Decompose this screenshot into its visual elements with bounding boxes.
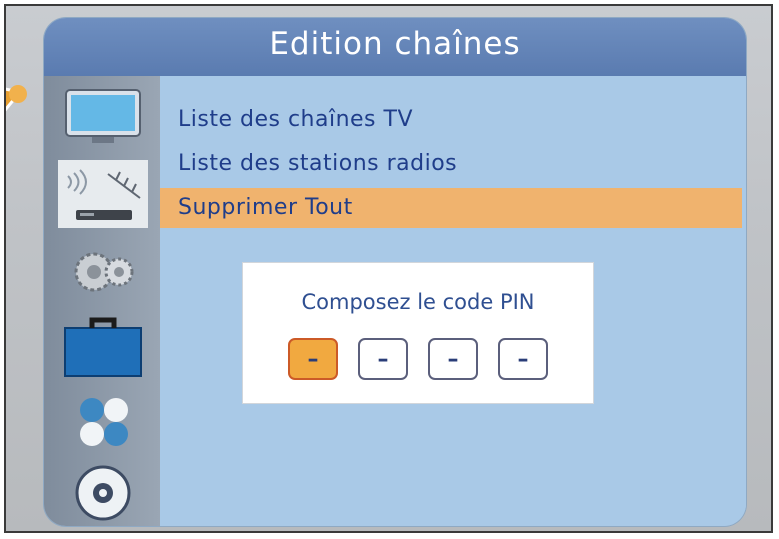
sidebar-item-antenna[interactable]: [56, 158, 150, 230]
gears-icon: [74, 252, 134, 292]
pin-digit-2[interactable]: –: [358, 338, 408, 380]
antenna-receiver-icon: [58, 160, 148, 228]
pin-dialog-title: Composez le code PIN: [301, 290, 535, 314]
menu-item-radio-list[interactable]: Liste des stations radios: [160, 144, 742, 184]
menu-item-tv-list[interactable]: Liste des chaînes TV: [160, 100, 742, 140]
page-title: Edition chaînes: [269, 26, 521, 62]
tv-frame: Edition chaînes Liste des chaînes TV Lis…: [4, 4, 773, 533]
pin-digit-3[interactable]: –: [428, 338, 478, 380]
menu-item-delete-all[interactable]: Supprimer Tout: [160, 188, 742, 228]
sidebar-item-tv[interactable]: [56, 86, 150, 148]
pin-digit-1[interactable]: –: [288, 338, 338, 380]
pin-dialog: Composez le code PIN – – – –: [242, 262, 594, 404]
toolbox-icon: [64, 317, 142, 377]
pin-digit-4[interactable]: –: [498, 338, 548, 380]
sidebar-item-media[interactable]: [56, 462, 150, 524]
sidebar-item-settings[interactable]: [56, 242, 150, 304]
tv-icon: [65, 89, 141, 143]
pointer-icon: [6, 85, 27, 112]
osd-screen: Edition chaînes Liste des chaînes TV Lis…: [44, 18, 746, 526]
balls-icon: [80, 398, 128, 446]
title-bar: Edition chaînes: [44, 18, 746, 78]
sidebar-item-games[interactable]: [56, 392, 150, 454]
sidebar-item-toolbox[interactable]: [56, 316, 150, 378]
sidebar: [44, 76, 160, 526]
disc-icon: [75, 465, 131, 521]
